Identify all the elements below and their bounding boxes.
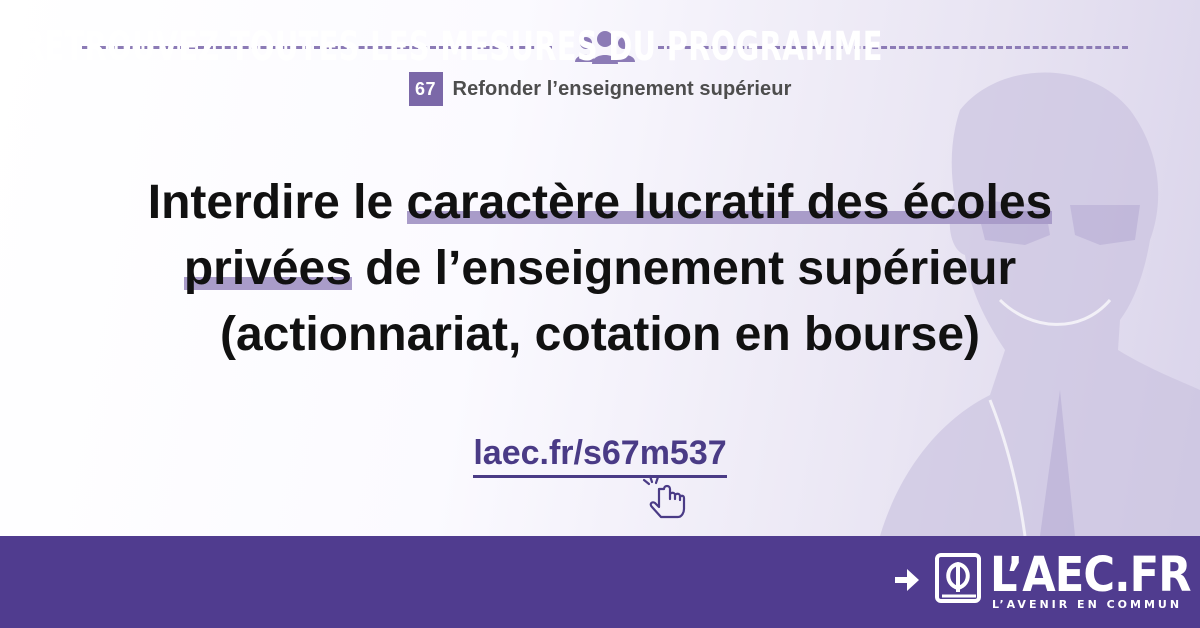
headline-highlight-2: privées (183, 242, 352, 295)
short-link[interactable]: laec.fr/s67m537 (473, 434, 727, 478)
short-link-container: laec.fr/s67m537 (0, 434, 1200, 478)
pointer-hand-icon (642, 474, 686, 519)
category-title: Refonder l’enseignement supérieur (452, 77, 792, 100)
measure-headline: Interdire le caractère lucratif des écol… (40, 170, 1160, 368)
headline-highlight-1: caractère lucratif des écoles (406, 176, 1053, 229)
banner-text: RETROUVEZ TOUTES LES MESURES DU PROGRAMM… (22, 24, 883, 70)
arrow-right-icon (895, 569, 919, 591)
aec-logo-icon (935, 553, 981, 603)
category-line: 67 Refonder l’enseignement supérieur (0, 72, 1200, 106)
category-number-badge: 67 (408, 72, 443, 106)
headline-part-1: Interdire le (147, 176, 407, 229)
aec-logo-tagline: L’AVENIR EN COMMUN (992, 598, 1183, 611)
headline-part-3: (actionnariat, cotation en bourse) (219, 308, 981, 361)
aec-logo-wordmark: L’AEC.FR (990, 547, 1192, 603)
headline-part-2: de l’enseignement supérieur (351, 242, 1017, 295)
